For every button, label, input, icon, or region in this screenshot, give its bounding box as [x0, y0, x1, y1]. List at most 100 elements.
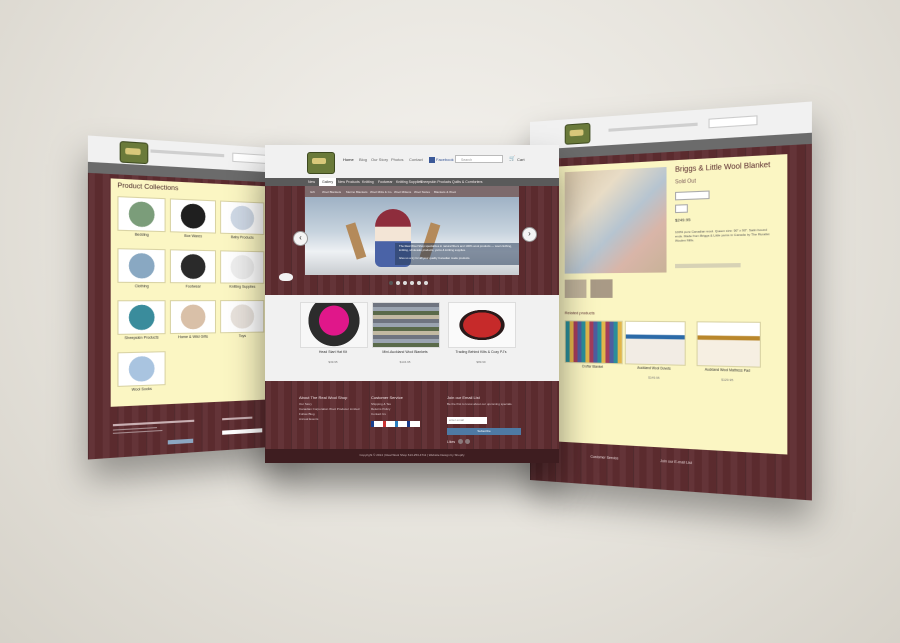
product-thumb[interactable] — [590, 279, 613, 298]
collection-tile[interactable]: Sheepskin Products — [117, 300, 166, 340]
share-buttons[interactable] — [675, 263, 741, 269]
collection-name[interactable]: Footwear — [171, 284, 215, 288]
collection-name[interactable]: Bedding — [119, 232, 165, 238]
collection-image[interactable] — [221, 251, 264, 283]
nav-item-blog[interactable]: Blog — [359, 157, 367, 162]
collection-image[interactable] — [118, 301, 165, 334]
right-nav-bar[interactable] — [608, 122, 698, 132]
product-card[interactable]: Trading Behind Kilts & Cozy PJ's $89.99 — [448, 302, 516, 376]
collection-tile[interactable]: Baby Products — [220, 200, 265, 240]
shop-logo[interactable] — [119, 140, 149, 165]
collection-image[interactable] — [118, 249, 165, 283]
slider-dot[interactable] — [389, 281, 393, 285]
twitter-icon[interactable] — [458, 439, 463, 444]
subtab-blankets-wool[interactable]: Blankets & Wool — [431, 188, 459, 196]
quantity-input[interactable] — [675, 204, 688, 214]
tab-new[interactable]: New — [305, 178, 318, 186]
email-input[interactable]: enter email — [447, 417, 487, 424]
collection-tile[interactable]: Clothing — [117, 248, 166, 288]
related-product-image[interactable] — [696, 321, 761, 368]
collection-name[interactable]: Wool Socks — [119, 386, 165, 392]
collection-tile[interactable]: Home & Wild Gifts — [169, 300, 217, 339]
product-image[interactable] — [372, 302, 440, 348]
related-product-card[interactable]: Crofter Blanket — [564, 320, 623, 393]
footer-link[interactable]: Follow Blog — [299, 412, 369, 416]
nav-item-home[interactable]: Home — [343, 157, 354, 162]
tab-gallery[interactable]: Gallery — [319, 178, 337, 186]
collection-tile[interactable]: Bedding — [117, 196, 166, 237]
right-search-input[interactable] — [708, 115, 758, 129]
related-product-image[interactable] — [624, 320, 686, 366]
subscribe-button[interactable]: Subscribe — [447, 428, 521, 435]
collection-name[interactable]: Clothing — [119, 284, 165, 289]
product-thumb[interactable] — [564, 279, 587, 298]
collection-image[interactable] — [170, 250, 215, 283]
cart-link[interactable]: Cart — [517, 157, 525, 162]
related-product-card[interactable]: Auckland Wool Duvets $149.95 — [624, 320, 686, 396]
variant-select[interactable] — [675, 190, 710, 201]
related-product-name[interactable]: Crofter Blanket — [565, 364, 621, 370]
slider-dot[interactable] — [424, 281, 428, 285]
hero-subtext: Give us a try for all your quality Canad… — [399, 256, 471, 260]
collection-name[interactable]: Home & Wild Gifts — [171, 334, 215, 340]
product-name[interactable]: Trading Behind Kilts & Cozy PJ's — [448, 350, 514, 354]
shop-logo[interactable] — [307, 152, 335, 174]
related-product-name[interactable]: Auckland Wool Mattress Pad — [697, 367, 759, 373]
collection-name[interactable]: Baby Products — [221, 235, 263, 240]
footer-link[interactable]: Shipping & Tax — [371, 402, 391, 406]
tab-quilts-comforters[interactable]: Quilts & Comforters — [449, 178, 486, 186]
collection-image[interactable] — [118, 352, 165, 386]
slider-dot[interactable] — [396, 281, 400, 285]
left-nav-bar[interactable] — [150, 149, 225, 158]
related-product-card[interactable]: Auckland Wool Mattress Pad $129.95 — [696, 321, 761, 398]
product-main-image[interactable] — [564, 166, 667, 274]
subtab-wool-blankets[interactable]: Wool Blankets — [319, 188, 344, 196]
footer-link[interactable]: Our Story — [299, 402, 369, 406]
nav-item-our-story[interactable]: Our Story — [371, 157, 388, 162]
product-image[interactable] — [448, 302, 516, 348]
product-description: 100% pure Canadian wool. Queen size: 90"… — [675, 227, 770, 244]
footer-link[interactable]: Contact Us — [371, 412, 386, 416]
slider-dot[interactable] — [410, 281, 414, 285]
facebook-link[interactable]: Facebook — [436, 157, 454, 162]
collection-tile[interactable]: Knitting Supplies — [220, 250, 265, 289]
collection-tile[interactable]: Toys — [220, 300, 265, 338]
slider-dot[interactable] — [403, 281, 407, 285]
cart-icon[interactable]: 🛒 — [509, 156, 515, 162]
related-product-price: $149.95 — [648, 375, 660, 380]
shop-logo[interactable] — [564, 122, 591, 145]
slider-next-button[interactable]: › — [522, 227, 537, 242]
product-image[interactable] — [300, 302, 368, 348]
related-product-image[interactable] — [564, 320, 623, 365]
slider-dot[interactable] — [417, 281, 421, 285]
hero-slider[interactable]: The Real Wool Shop specializes in natura… — [305, 197, 519, 275]
collection-name[interactable]: Sheepskin Products — [119, 335, 165, 340]
subtab-gift[interactable]: Gift — [307, 188, 318, 196]
subtab-wool-stoles[interactable]: Wool Stoles — [411, 188, 433, 196]
facebook-icon[interactable] — [429, 157, 435, 163]
nav-item-contact[interactable]: Contact — [409, 157, 423, 162]
related-product-name[interactable]: Auckland Wool Duvets — [625, 365, 684, 371]
footer-link[interactable]: Canadian Corporation Wool Producer Limit… — [299, 407, 369, 411]
collection-name[interactable]: Toys — [221, 334, 263, 339]
product-name[interactable]: Head Start Hat Kit — [300, 350, 366, 354]
collection-name[interactable]: Box Wares — [171, 233, 215, 239]
collection-image[interactable] — [118, 197, 165, 232]
product-name[interactable]: Mini-Auckland Wool Blankets — [372, 350, 438, 354]
slider-prev-button[interactable]: ‹ — [293, 231, 308, 246]
collection-tile[interactable]: Wool Socks — [117, 351, 166, 392]
search-input[interactable]: Search — [455, 155, 503, 163]
nav-item-photos[interactable]: Photos — [391, 157, 403, 162]
product-card[interactable]: Head Start Hat Kit $39.95 — [300, 302, 368, 376]
collection-tile[interactable]: Footwear — [169, 249, 217, 289]
footer-link[interactable]: Returns Policy — [371, 407, 390, 411]
facebook-icon[interactable] — [465, 439, 470, 444]
collection-image[interactable] — [170, 301, 215, 334]
collection-name[interactable]: Knitting Supplies — [221, 285, 263, 289]
collection-image[interactable] — [170, 199, 215, 233]
collection-image[interactable] — [221, 201, 264, 234]
product-card[interactable]: Mini-Auckland Wool Blankets $134.95 — [372, 302, 440, 376]
footer-link[interactable]: Annual Events — [299, 417, 369, 421]
collection-tile[interactable]: Box Wares — [169, 198, 217, 238]
collection-image[interactable] — [221, 301, 264, 333]
